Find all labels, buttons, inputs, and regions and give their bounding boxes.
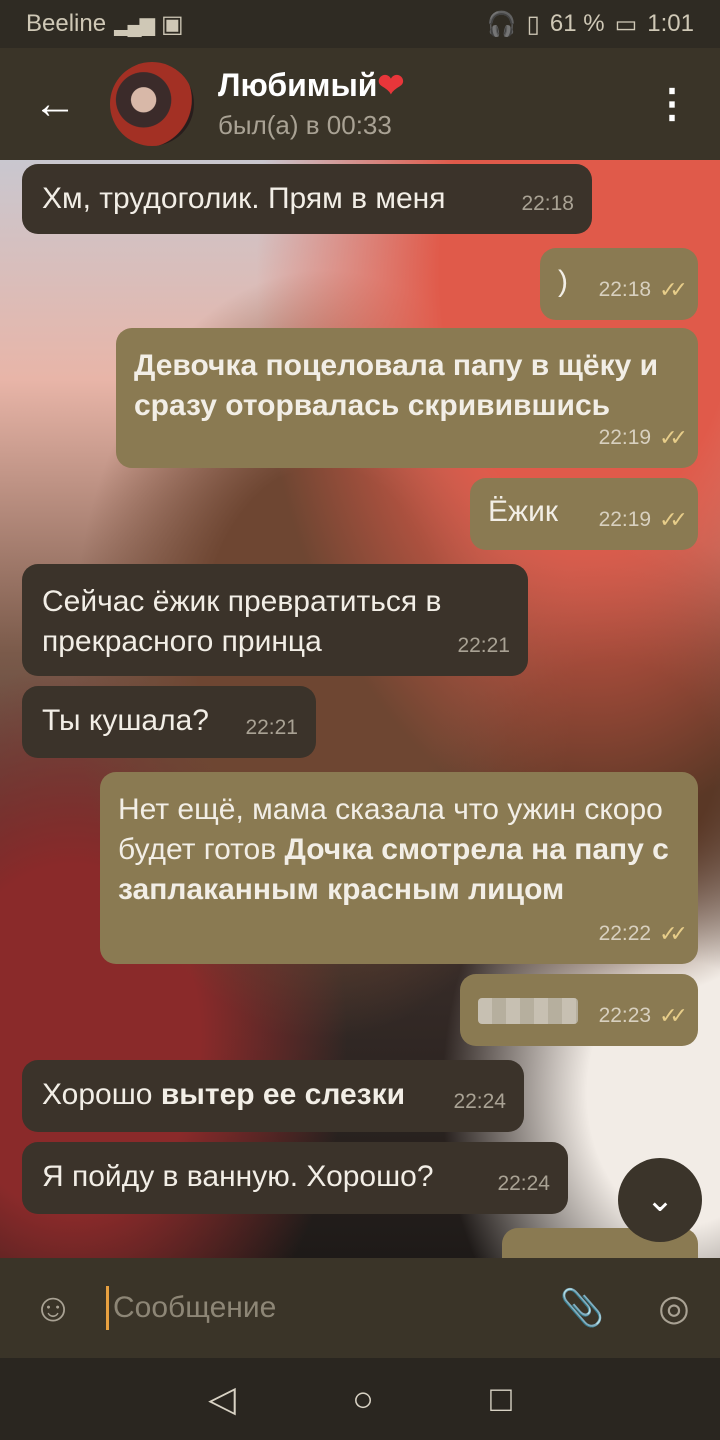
message-time: 22:23 xyxy=(598,1004,652,1027)
message-time: 22:22 xyxy=(598,922,652,945)
message[interactable]: Девочка поцеловала папу в щёку и сразу о… xyxy=(116,328,698,468)
recents-nav-icon[interactable]: □ xyxy=(490,1378,512,1420)
message-placeholder: Сообщение xyxy=(113,1291,277,1324)
message-time: 22:18 xyxy=(598,278,652,301)
vibrate-icon: ▯ xyxy=(526,10,540,38)
message[interactable]: 22:23 ✓✓ xyxy=(460,974,698,1046)
arrow-left-icon: ← xyxy=(33,79,77,128)
chat-background: Хм, трудоголик. Прям в меня 22:18 ) 22:1… xyxy=(0,160,720,1258)
smile-icon: ☺ xyxy=(32,1285,74,1330)
more-button[interactable]: ⋮ xyxy=(624,48,720,160)
message-text: Хорошо xyxy=(42,1078,153,1111)
camera-icon: ◎ xyxy=(658,1287,690,1328)
message[interactable]: Сейчас ёжик превратиться в прекрасного п… xyxy=(22,564,528,676)
back-button[interactable]: ← xyxy=(0,48,110,160)
double-check-icon: ✓✓ xyxy=(659,507,688,532)
message-meta: 22:18 ✓✓ xyxy=(598,270,688,310)
message-text: Я пойду в ванную. Хорошо? xyxy=(42,1160,434,1193)
message-text: ) xyxy=(558,265,568,298)
double-check-icon: ✓✓ xyxy=(659,1003,688,1028)
message[interactable]: Я пойду в ванную. Хорошо? 22:24 xyxy=(22,1142,568,1214)
emoji-button[interactable]: ☺ xyxy=(0,1286,106,1331)
home-nav-icon[interactable]: ○ xyxy=(352,1378,374,1420)
message-time: 22:24 xyxy=(453,1090,506,1113)
camera-button[interactable]: ◎ xyxy=(628,1287,720,1329)
message-time: 22:19 xyxy=(598,426,652,449)
message-meta: 22:23 ✓✓ xyxy=(598,996,688,1036)
message-input[interactable]: Сообщение xyxy=(106,1286,536,1330)
chevron-down-icon: ⌄ xyxy=(645,1181,675,1219)
message-text-bold: вытер ее слезки xyxy=(160,1078,406,1111)
message-text: Девочка поцеловала папу в щёку и сразу о… xyxy=(134,349,659,422)
message[interactable]: Нет ещё, мама сказала что ужин скоро буд… xyxy=(100,772,698,964)
chat-title: Любимый xyxy=(218,67,378,103)
double-check-icon: ✓✓ xyxy=(659,921,688,946)
message-text: Ты кушала? xyxy=(42,704,209,737)
message-time: 22:21 xyxy=(245,716,298,739)
headset-icon: 🎧 xyxy=(486,10,517,38)
message-text: Хм, трудоголик. Прям в меня xyxy=(42,182,446,215)
more-vert-icon: ⋮ xyxy=(652,82,692,126)
message-meta: 22:22 ✓✓ xyxy=(598,914,688,954)
carrier-name: Beeline xyxy=(26,10,107,37)
battery-icon: ▭ xyxy=(614,10,638,38)
attach-button[interactable]: 📎 xyxy=(536,1287,628,1329)
message-time: 22:18 xyxy=(521,192,574,215)
paperclip-icon: 📎 xyxy=(559,1287,605,1328)
message-composer: ☺ Сообщение 📎 ◎ xyxy=(0,1258,720,1358)
heart-icon: ❤ xyxy=(377,67,405,103)
message-time: 22:21 xyxy=(457,634,510,657)
blurred-content xyxy=(478,998,578,1025)
double-check-icon: ✓✓ xyxy=(659,277,688,302)
status-bar: Beeline ▂▄▆ ▣ 🎧 ▯ 61 % ▭ 1:01 xyxy=(0,0,720,48)
message-text: Сейчас ёжик превратиться в прекрасного п… xyxy=(42,585,442,658)
double-check-icon: ✓✓ xyxy=(659,425,688,450)
message[interactable]: ) 22:18 ✓✓ xyxy=(540,248,698,320)
avatar[interactable] xyxy=(110,62,194,146)
signal-icon: ▂▄▆ xyxy=(114,13,155,36)
message[interactable]: Ты кушала? 22:21 xyxy=(22,686,316,758)
system-nav-bar: ◁ ○ □ xyxy=(0,1358,720,1440)
sim-icon: ▣ xyxy=(161,10,184,38)
battery-percent: 61 % xyxy=(549,10,605,37)
message-meta: 22:19 ✓✓ xyxy=(598,418,688,458)
message-meta: 22:19 ✓✓ xyxy=(598,500,688,540)
message-time: 22:24 xyxy=(497,1172,550,1195)
message[interactable]: Хм, трудоголик. Прям в меня 22:18 xyxy=(22,164,592,234)
last-seen: был(а) в 00:33 xyxy=(218,110,392,140)
message-time: 22:19 xyxy=(598,508,652,531)
message[interactable]: Хорошо вытер ее слезки 22:24 xyxy=(22,1060,524,1132)
message-text: Ёжик xyxy=(488,495,558,528)
scroll-down-button[interactable]: ⌄ xyxy=(618,1158,702,1242)
clock: 1:01 xyxy=(647,10,694,37)
message[interactable]: Ёжик 22:19 ✓✓ xyxy=(470,478,698,550)
back-nav-icon[interactable]: ◁ xyxy=(208,1378,236,1420)
chat-info[interactable]: Любимый❤ был(а) в 00:33 xyxy=(218,65,404,143)
chat-header: ← Любимый❤ был(а) в 00:33 ⋮ xyxy=(0,48,720,160)
